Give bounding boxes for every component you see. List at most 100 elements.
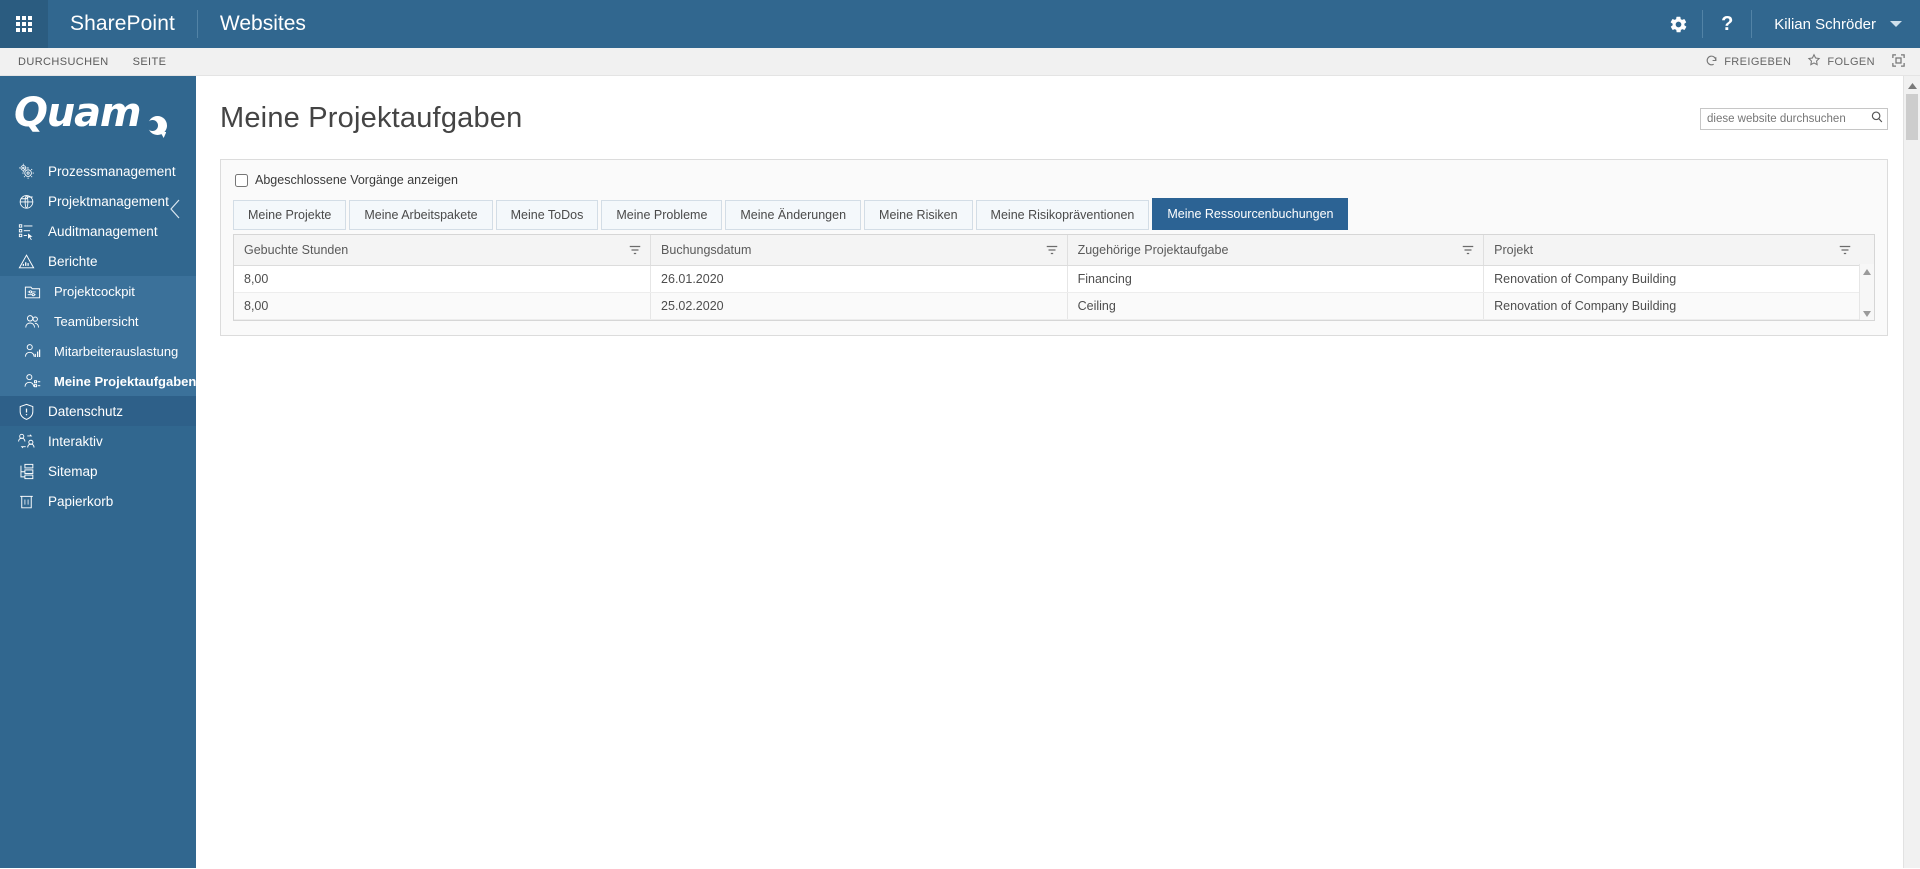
- tab-meine-ressourcenbuchungen[interactable]: Meine Ressourcenbuchungen: [1152, 198, 1349, 230]
- column-label: Buchungsdatum: [661, 243, 752, 257]
- sharepoint-brand-link[interactable]: SharePoint: [48, 0, 197, 48]
- table-header-row: Gebuchte Stunden Buchungsdatum Zugehörig…: [234, 235, 1874, 266]
- follow-button[interactable]: FOLGEN: [1807, 53, 1875, 70]
- sitemap-icon: [16, 461, 36, 481]
- follow-label: FOLGEN: [1827, 55, 1875, 68]
- left-navigation: Quam Prozessmanagement Projektmanagement…: [0, 76, 196, 868]
- sidebar-item-prozessmanagement[interactable]: Prozessmanagement: [0, 156, 196, 186]
- site-title-label: Websites: [219, 12, 306, 35]
- caret-down-icon: [1863, 304, 1871, 320]
- help-button[interactable]: ?: [1703, 0, 1751, 48]
- tab-label: Meine Probleme: [616, 208, 708, 222]
- grid-scroll-up-button[interactable]: [1860, 264, 1874, 278]
- gear-icon: [1669, 15, 1688, 34]
- user-menu[interactable]: Kilian Schröder: [1752, 0, 1920, 48]
- caret-up-icon: [1907, 76, 1917, 94]
- sidebar-item-projektmanagement[interactable]: Projektmanagement: [0, 186, 196, 216]
- question-mark-icon: ?: [1721, 13, 1734, 35]
- quam-e-mark-icon: [143, 114, 168, 138]
- filter-icon[interactable]: [1838, 243, 1852, 257]
- sharepoint-brand-label: SharePoint: [70, 12, 175, 35]
- page-scroll-thumb[interactable]: [1906, 94, 1918, 140]
- quam-logo[interactable]: Quam: [0, 76, 196, 142]
- search-input[interactable]: [1701, 109, 1867, 129]
- sidebar-item-datenschutz[interactable]: Datenschutz: [0, 396, 196, 426]
- sidebar-item-mitarbeiterauslastung[interactable]: Mitarbeiterauslastung: [0, 336, 196, 366]
- column-header-zugehoerige-projektaufgabe[interactable]: Zugehörige Projektaufgabe: [1067, 235, 1485, 266]
- focus-on-content-icon: [1891, 53, 1906, 71]
- sidebar-item-projektcockpit[interactable]: Projektcockpit: [0, 276, 196, 306]
- search-button[interactable]: [1867, 109, 1887, 129]
- tab-meine-arbeitspakete[interactable]: Meine Arbeitspakete: [349, 200, 493, 230]
- filter-icon[interactable]: [628, 243, 642, 257]
- sidebar-item-auditmanagement[interactable]: Auditmanagement: [0, 216, 196, 246]
- collapse-nav-button[interactable]: [168, 198, 182, 220]
- sidebar-item-label: Sitemap: [48, 463, 98, 479]
- column-header-projekt[interactable]: Projekt: [1483, 235, 1874, 266]
- tab-meine-risiken[interactable]: Meine Risiken: [864, 200, 973, 230]
- app-launcher-button[interactable]: [0, 0, 48, 48]
- sidebar-item-papierkorb[interactable]: Papierkorb: [0, 486, 196, 516]
- cell-projektaufgabe: Financing: [1067, 265, 1485, 293]
- ribbon-tab-page-label: SEITE: [132, 55, 167, 68]
- tab-meine-probleme[interactable]: Meine Probleme: [601, 200, 723, 230]
- settings-button[interactable]: [1654, 0, 1702, 48]
- grid-scrollbar[interactable]: [1859, 264, 1874, 320]
- filter-icon[interactable]: [1461, 243, 1475, 257]
- focus-on-content-button[interactable]: [1891, 53, 1906, 71]
- cell-projekt: Renovation of Company Building: [1483, 292, 1874, 320]
- share-icon: [1705, 54, 1718, 70]
- ribbon-tab-browse[interactable]: DURCHSUCHEN: [16, 52, 111, 72]
- cell-projektaufgabe: Ceiling: [1067, 292, 1485, 320]
- trash-icon: [16, 491, 36, 511]
- sidebar-item-label: Prozessmanagement: [48, 163, 176, 179]
- sidebar-item-label: Datenschutz: [48, 403, 124, 419]
- sidebar-item-label: Auditmanagement: [48, 223, 158, 239]
- table-row[interactable]: 8,00 25.02.2020 Ceiling Renovation of Co…: [234, 292, 1874, 320]
- column-label: Zugehörige Projektaufgabe: [1077, 243, 1229, 257]
- show-completed-checkbox[interactable]: [235, 173, 248, 187]
- sidebar-item-teamuebersicht[interactable]: Teamübersicht: [0, 306, 196, 336]
- main-content: Meine Projektaufgaben Abgeschlossene Vor…: [196, 76, 1920, 868]
- column-label: Projekt: [1494, 243, 1534, 257]
- cell-gebuchte-stunden: 8,00: [234, 292, 652, 320]
- ribbon-bar: DURCHSUCHEN SEITE FREIGEBEN FOLGEN: [0, 48, 1920, 76]
- ribbon-tab-page[interactable]: SEITE: [131, 52, 169, 72]
- caret-up-icon: [1863, 262, 1871, 280]
- checklist-cursor-icon: [16, 221, 36, 241]
- tab-label: Meine Projekte: [248, 208, 332, 222]
- page-title: Meine Projektaufgaben: [220, 102, 523, 134]
- nav-list: Prozessmanagement Projektmanagement Audi…: [0, 156, 196, 516]
- tab-label: Meine Risiken: [879, 208, 958, 222]
- shield-alert-icon: [16, 401, 36, 421]
- site-search[interactable]: [1700, 108, 1888, 130]
- grid-scroll-down-button[interactable]: [1860, 306, 1874, 320]
- page-scroll-up-button[interactable]: [1904, 76, 1920, 93]
- sidebar-item-label: Papierkorb: [48, 493, 114, 509]
- tab-meine-todos[interactable]: Meine ToDos: [495, 200, 599, 230]
- dashboard-icon: [22, 281, 42, 301]
- page-scrollbar[interactable]: [1903, 76, 1920, 868]
- sidebar-item-interaktiv[interactable]: Interaktiv: [0, 426, 196, 456]
- sidebar-item-meine-projektaufgaben[interactable]: Meine Projektaufgaben: [0, 366, 196, 396]
- tab-meine-projekte[interactable]: Meine Projekte: [233, 200, 347, 230]
- sidebar-item-sitemap[interactable]: Sitemap: [0, 456, 196, 486]
- ribbon-actions: FREIGEBEN FOLGEN: [1705, 53, 1920, 71]
- column-header-buchungsdatum[interactable]: Buchungsdatum: [650, 235, 1068, 266]
- sidebar-item-label: Interaktiv: [48, 433, 103, 449]
- suite-bar: SharePoint Websites ? Kilian Schröder: [0, 0, 1920, 48]
- column-header-gebuchte-stunden[interactable]: Gebuchte Stunden: [234, 235, 652, 266]
- sidebar-item-berichte[interactable]: Berichte: [0, 246, 196, 276]
- ribbon-tab-list: DURCHSUCHEN SEITE: [0, 52, 168, 72]
- share-button[interactable]: FREIGEBEN: [1705, 54, 1791, 70]
- show-completed-toggle[interactable]: Abgeschlossene Vorgänge anzeigen: [233, 170, 1875, 198]
- ribbon-tab-browse-label: DURCHSUCHEN: [18, 55, 109, 68]
- site-title-link[interactable]: Websites: [198, 0, 328, 48]
- person-chart-icon: [22, 341, 42, 361]
- tab-meine-risikopraeventionen[interactable]: Meine Risikopräventionen: [975, 200, 1150, 230]
- berichte-subnav: Projektcockpit Teamübersicht Mitarbeiter…: [0, 276, 196, 396]
- tab-meine-aenderungen[interactable]: Meine Änderungen: [725, 200, 862, 230]
- star-icon: [1807, 53, 1821, 70]
- table-row[interactable]: 8,00 26.01.2020 Financing Renovation of …: [234, 265, 1874, 293]
- filter-icon[interactable]: [1045, 243, 1059, 257]
